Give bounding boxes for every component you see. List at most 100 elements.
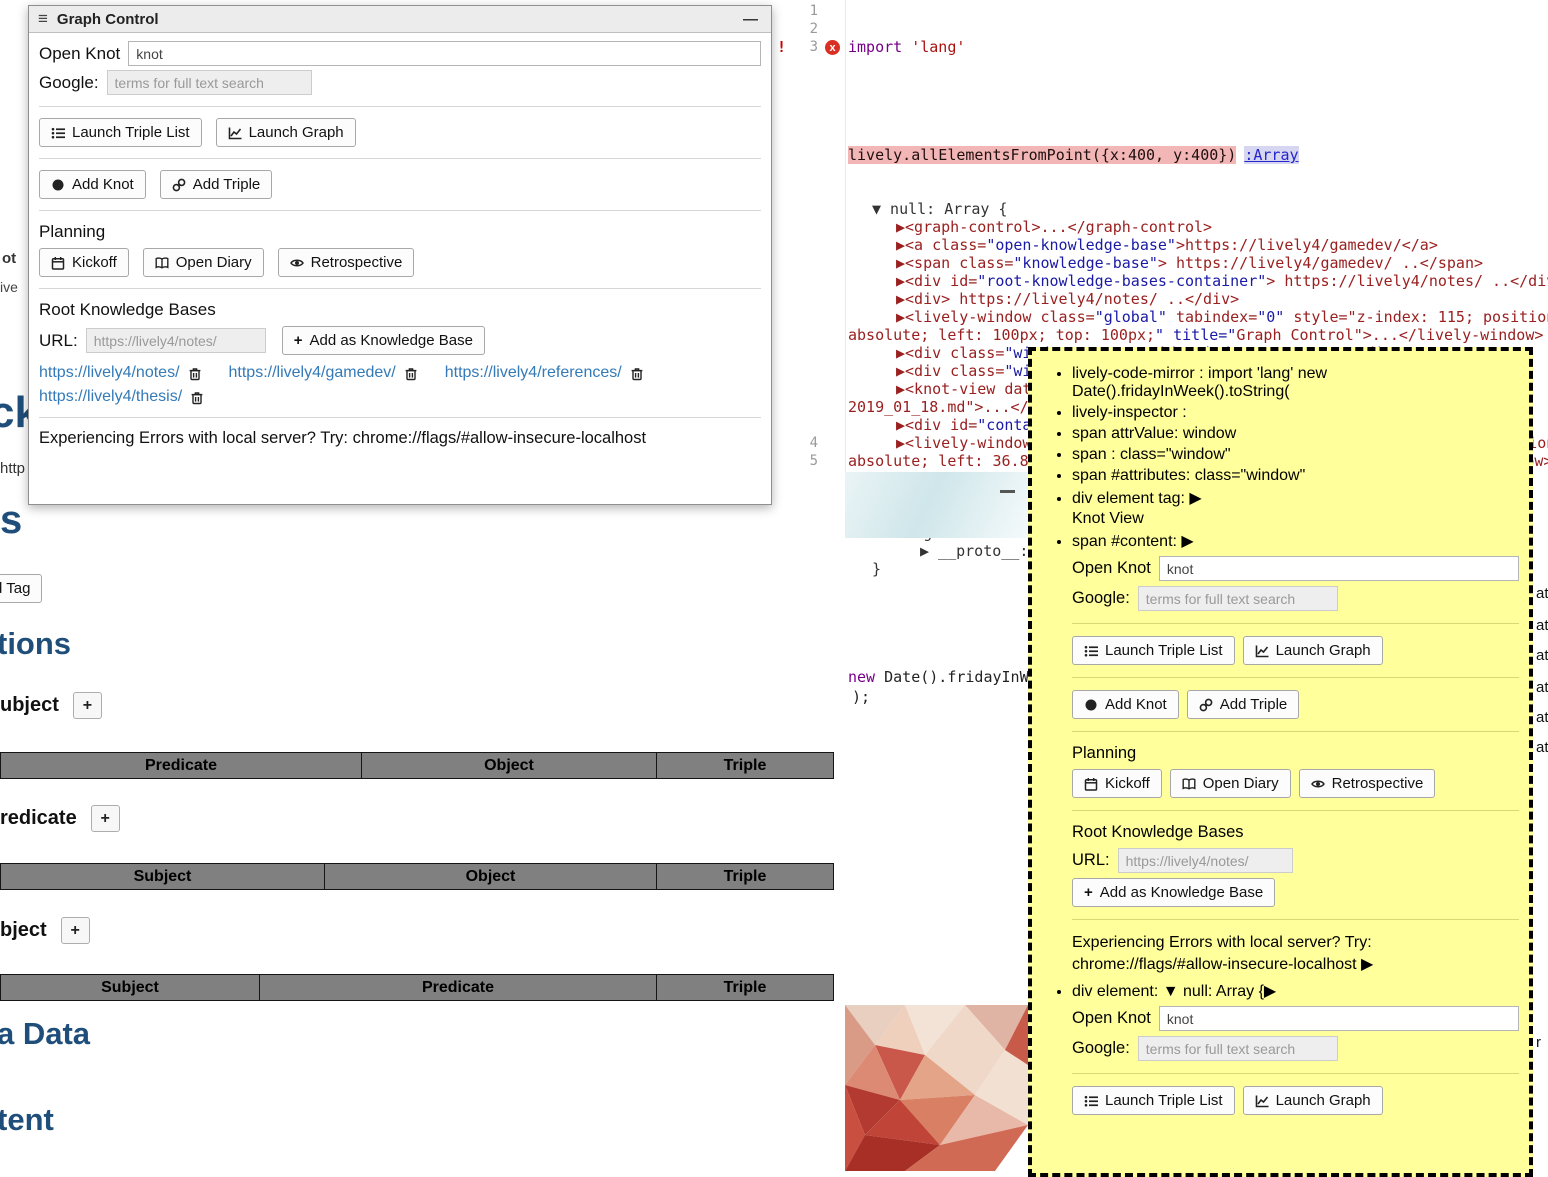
tooltip-item: span attrValue: window [1072,425,1519,443]
inspector-line[interactable]: ▶<graph-control>...</graph-control> [848,218,1548,236]
kb-url-input[interactable] [1118,848,1293,873]
add-object-button[interactable]: + [61,917,90,944]
retrospective-button[interactable]: Retrospective [278,248,415,277]
line-number: 5 [788,452,818,470]
link-icon [172,178,186,192]
hamburger-icon[interactable]: ≡ [38,9,48,29]
table-header-cell: Subject [0,974,260,1001]
launch-triple-list-button[interactable]: Launch Triple List [1072,636,1235,665]
button-label: Retrospective [1332,775,1424,792]
code-line-error[interactable]: lively.allElementsFromPoint({x:400, y:40… [848,146,1548,164]
add-knot-button[interactable]: Add Knot [1072,690,1179,719]
inspector-line[interactable]: ▼ null: Array { [848,200,1548,218]
table-header-cell: Triple [656,752,834,779]
graph-control-window[interactable]: ≡ Graph Control — Open Knot Google: Laun… [28,5,772,505]
planning-label: Planning [1072,744,1519,763]
line-number: 3 [788,38,818,56]
kickoff-button[interactable]: Kickoff [1072,769,1162,798]
google-search-input[interactable] [107,70,312,95]
tooltip-item-text: lively-inspector : [1072,404,1187,421]
separator [1072,623,1519,624]
knowledge-base-link[interactable]: https://lively4/gamedev/ [229,364,396,382]
add-knot-button[interactable]: Add Knot [39,170,146,199]
open-knot-input[interactable] [1159,1006,1519,1031]
predicate-heading-fragment: redicate [0,807,77,830]
launch-graph-button[interactable]: Launch Graph [1243,636,1383,665]
launch-triple-list-button[interactable]: Launch Triple List [39,118,202,147]
code-line[interactable] [848,92,1548,110]
open-diary-button[interactable]: Open Diary [143,248,264,277]
retrospective-button[interactable]: Retrospective [1299,769,1436,798]
tooltip-item: span : class="window" [1072,446,1519,464]
tooltip-item: span #content: ▶ Open Knot Google: Launc… [1072,531,1519,975]
trash-icon[interactable] [188,366,203,381]
button-label: Kickoff [72,254,117,271]
chart-icon [1255,644,1269,658]
launch-graph-button[interactable]: Launch Graph [216,118,356,147]
inspector-line[interactable]: ▶<div id="root-knowledge-bases-container… [848,272,1548,290]
table-header-cell: Triple [656,974,834,1001]
type-annotation[interactable]: :Array [1244,146,1298,164]
plus-icon: + [1084,884,1093,901]
tooltip-item: span #attributes: class="window" [1072,467,1519,485]
occluded-text-fragment: at [1536,709,1548,726]
code-token: Date().fridayInW [875,668,1029,686]
url-fragment: http [0,460,25,477]
kickoff-button[interactable]: Kickoff [39,248,129,277]
subject-section-row: ubject + [0,692,102,719]
inspector-line[interactable]: ▶<span class="knowledge-base"> https://l… [848,254,1548,272]
line-number: 2 [788,20,818,38]
eye-icon [290,256,304,270]
open-knot-label: Open Knot [1072,1009,1151,1028]
embedded-graph-control: Open Knot Google: Launch Triple List Lau [1072,556,1519,975]
expand-arrow-icon[interactable]: ▶ [1361,956,1373,973]
trash-icon[interactable] [404,366,419,381]
window-photo-fragment [845,472,1032,538]
launch-triple-list-button[interactable]: Launch Triple List [1072,1086,1235,1115]
error-marker: ! [777,38,786,56]
knowledge-base-link[interactable]: https://lively4/notes/ [39,364,180,382]
knot-view-title-line: Knot View [1072,510,1519,528]
google-label: Google: [39,73,99,93]
knowledge-base-link[interactable]: https://lively4/thesis/ [39,388,182,406]
add-tag-button-fragment[interactable]: d Tag [0,574,42,603]
tooltip-item-text: span attrValue: window [1072,425,1236,442]
minimize-button[interactable]: — [739,11,762,28]
add-triple-button[interactable]: Add Triple [1187,690,1300,719]
add-triple-button[interactable]: Add Triple [160,170,273,199]
open-diary-button[interactable]: Open Diary [1170,769,1291,798]
list-icon [51,126,65,140]
code-closing-fragment: ); [852,688,870,706]
kb-url-input[interactable] [86,328,266,353]
open-knot-input[interactable] [128,41,761,66]
button-label: Add Knot [1105,696,1167,713]
add-predicate-button[interactable]: + [91,805,120,832]
tooltip-item-text: span : class="window" [1072,446,1231,463]
open-knot-label: Open Knot [39,44,120,64]
knowledge-base-link[interactable]: https://lively4/references/ [445,364,622,382]
add-subject-button[interactable]: + [73,692,102,719]
occluded-text-fragment: at [1536,739,1548,756]
inspector-line[interactable]: ▶<a class="open-knowledge-base">https://… [848,236,1548,254]
object-heading-fragment: bject [0,919,47,942]
circle-icon [51,178,65,192]
tooltip-item-text: span #content: ▶ [1072,533,1194,550]
inspector-line[interactable]: absolute; left: 100px; top: 100px;" titl… [848,326,1548,344]
window-titlebar[interactable]: ≡ Graph Control — [29,6,771,33]
open-knot-input[interactable] [1159,556,1519,581]
add-knowledge-base-button[interactable]: + Add as Knowledge Base [282,326,485,355]
text-fragment: ive [0,279,18,295]
add-knowledge-base-button[interactable]: + Add as Knowledge Base [1072,878,1275,907]
google-search-input[interactable] [1138,1036,1338,1061]
separator [39,417,761,418]
inspector-line[interactable]: ▶<div> https://lively4/notes/ ..</div> [848,290,1548,308]
code-line[interactable]: import 'lang' [848,38,1548,56]
trash-icon[interactable] [190,390,205,405]
local-server-hint: Experiencing Errors with local server? T… [1072,932,1519,975]
launch-graph-button[interactable]: Launch Graph [1243,1086,1383,1115]
google-search-input[interactable] [1138,586,1338,611]
inspector-line[interactable]: ▶<lively-window class="global" tabindex=… [848,308,1548,326]
trash-icon[interactable] [630,366,645,381]
separator [1072,677,1519,678]
button-label: Launch Graph [1276,642,1371,659]
